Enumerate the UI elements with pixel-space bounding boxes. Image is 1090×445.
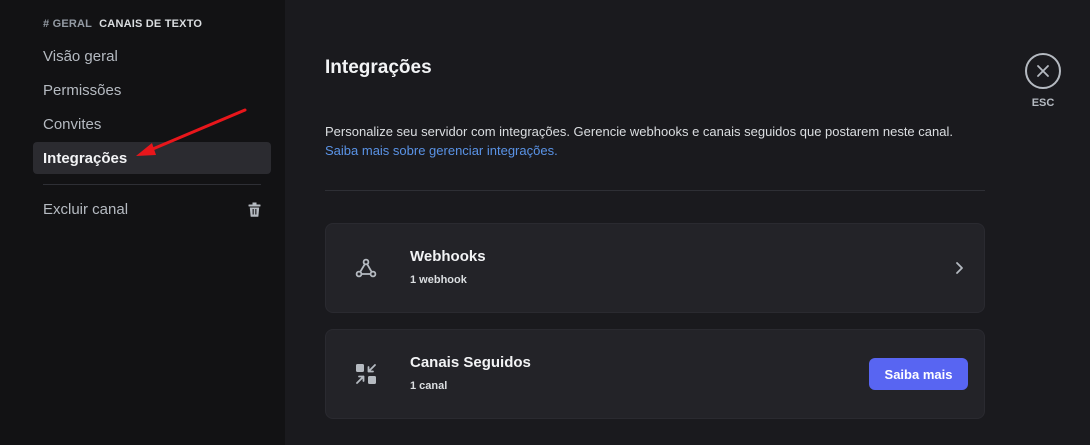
sidebar-divider (43, 184, 261, 185)
category-prefix: # GERAL (43, 18, 92, 30)
close-control: ESC (1024, 53, 1062, 109)
delete-channel-button[interactable]: Excluir canal (33, 193, 271, 225)
sidebar-item-visao-geral[interactable]: Visão geral (33, 40, 271, 72)
sidebar-item-label: Convites (43, 115, 102, 133)
settings-window: # GERAL CANAIS DE TEXTO Visão geral Perm… (0, 0, 1090, 445)
settings-sidebar: # GERAL CANAIS DE TEXTO Visão geral Perm… (0, 0, 285, 445)
category-label: CANAIS DE TEXTO (99, 18, 203, 30)
sidebar-item-convites[interactable]: Convites (33, 108, 271, 140)
webhook-icon (354, 256, 378, 280)
settings-content: Integrações Personalize seu servidor com… (285, 0, 1090, 445)
sidebar-item-permissoes[interactable]: Permissões (33, 74, 271, 106)
sidebar-category-header: # GERAL CANAIS DE TEXTO (43, 18, 202, 30)
sidebar-item-label: Permissões (43, 81, 122, 99)
sidebar-item-label: Visão geral (43, 47, 118, 65)
content-divider (325, 190, 985, 191)
card-title: Webhooks (410, 248, 486, 265)
card-subtitle: 1 canal (410, 380, 448, 392)
followed-channels-card: Canais Seguidos 1 canal Saiba mais (325, 329, 985, 419)
integrations-description: Personalize seu servidor com integrações… (325, 124, 953, 139)
chevron-right-icon (954, 260, 966, 276)
sidebar-item-label: Integrações (43, 149, 128, 167)
esc-label: ESC (1031, 97, 1055, 109)
close-icon (1037, 65, 1049, 77)
close-button[interactable] (1025, 53, 1061, 89)
learn-more-link[interactable]: Saiba mais sobre gerenciar integrações. (325, 141, 558, 160)
card-title: Canais Seguidos (410, 354, 531, 371)
follow-icon (354, 362, 378, 386)
webhooks-card[interactable]: Webhooks 1 webhook (325, 223, 985, 313)
learn-more-button[interactable]: Saiba mais (869, 358, 968, 390)
trash-icon (247, 201, 261, 217)
sidebar-item-integracoes[interactable]: Integrações (33, 142, 271, 174)
page-title: Integrações (325, 57, 432, 78)
card-subtitle: 1 webhook (410, 274, 467, 286)
delete-channel-label: Excluir canal (43, 200, 129, 218)
